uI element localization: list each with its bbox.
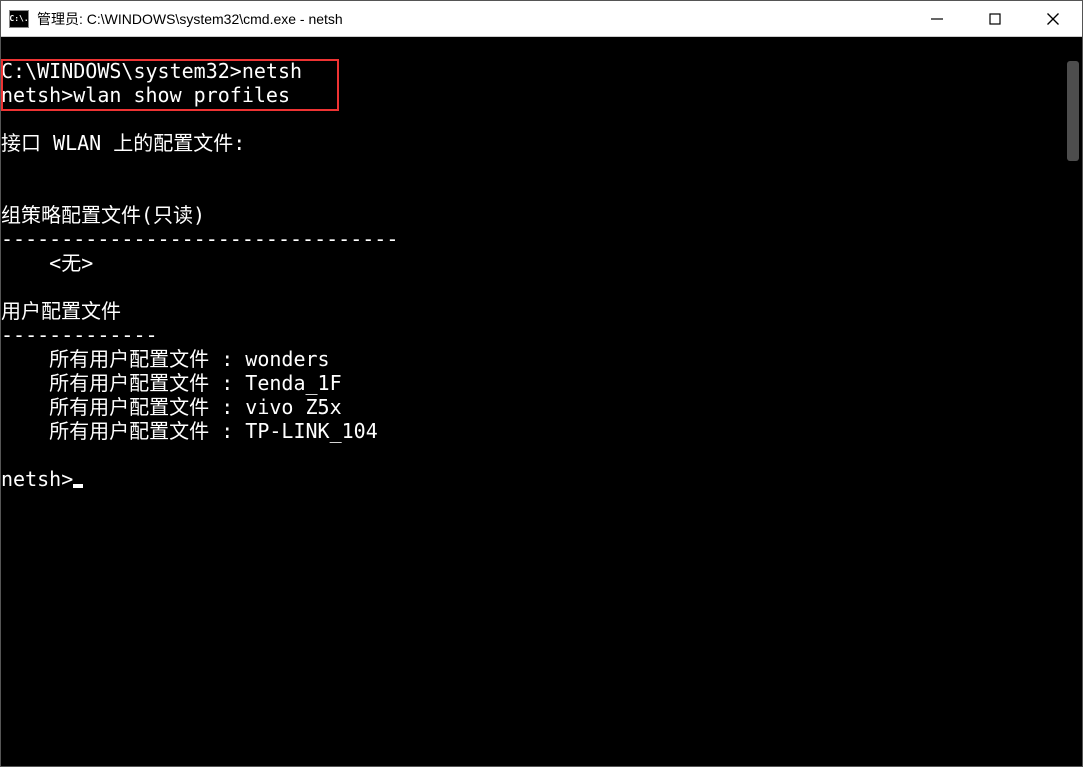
close-button[interactable] bbox=[1024, 1, 1082, 36]
terminal-line: 接口 WLAN 上的配置文件: bbox=[1, 131, 245, 155]
minimize-button[interactable] bbox=[908, 1, 966, 36]
scrollbar-track[interactable] bbox=[1064, 37, 1082, 766]
terminal-output: C:\WINDOWS\system32>netsh netsh>wlan sho… bbox=[1, 59, 1064, 491]
terminal-line: <无> bbox=[1, 251, 93, 275]
terminal-prompt: netsh> bbox=[1, 467, 73, 491]
terminal-line: 组策略配置文件(只读) bbox=[1, 203, 205, 227]
maximize-icon bbox=[988, 12, 1002, 26]
terminal-cursor bbox=[73, 484, 83, 488]
terminal-line: netsh>wlan show profiles bbox=[1, 83, 290, 107]
terminal-line: ------------- bbox=[1, 323, 158, 347]
terminal-line: 所有用户配置文件 : Tenda_1F bbox=[1, 371, 342, 395]
window-controls bbox=[908, 1, 1082, 36]
terminal-line: 用户配置文件 bbox=[1, 299, 121, 323]
terminal-line: 所有用户配置文件 : wonders bbox=[1, 347, 330, 371]
terminal-line: --------------------------------- bbox=[1, 227, 398, 251]
cmd-window: C:\. 管理员: C:\WINDOWS\system32\cmd.exe - … bbox=[0, 0, 1083, 767]
terminal-area[interactable]: C:\WINDOWS\system32>netsh netsh>wlan sho… bbox=[1, 37, 1082, 766]
terminal-line: C:\WINDOWS\system32>netsh bbox=[1, 59, 302, 83]
maximize-button[interactable] bbox=[966, 1, 1024, 36]
cmd-icon: C:\. bbox=[9, 10, 29, 28]
terminal-line: 所有用户配置文件 : vivo Z5x bbox=[1, 395, 342, 419]
terminal-line: 所有用户配置文件 : TP-LINK_104 bbox=[1, 419, 378, 443]
close-icon bbox=[1046, 12, 1060, 26]
titlebar[interactable]: C:\. 管理员: C:\WINDOWS\system32\cmd.exe - … bbox=[1, 1, 1082, 37]
minimize-icon bbox=[930, 12, 944, 26]
window-title: 管理员: C:\WINDOWS\system32\cmd.exe - netsh bbox=[37, 9, 908, 29]
scrollbar-thumb[interactable] bbox=[1067, 61, 1079, 161]
